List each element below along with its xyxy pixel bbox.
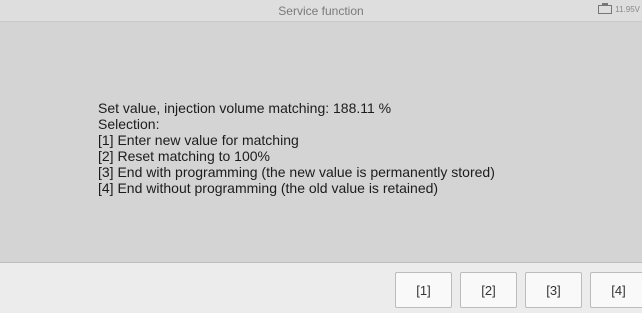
- screen-title: Service function: [278, 4, 364, 18]
- option-2-button[interactable]: [2]: [460, 272, 517, 308]
- message-line: [3] End with programming (the new value …: [98, 164, 495, 180]
- message-line: [4] End without programming (the old val…: [98, 180, 439, 196]
- option-4-button[interactable]: [4]: [590, 272, 642, 308]
- title-bar: Service function 11.95V: [0, 0, 642, 22]
- message-line: [1] Enter new value for matching: [98, 132, 299, 148]
- option-3-button[interactable]: [3]: [525, 272, 582, 308]
- battery-voltage: 11.95V: [615, 5, 640, 14]
- battery-icon: [598, 3, 613, 14]
- message-line: [2] Reset matching to 100%: [98, 148, 270, 164]
- message-line: Set value, injection volume matching: 18…: [98, 100, 392, 116]
- battery-status: 11.95V: [598, 3, 640, 14]
- button-bar: [1] [2] [3] [4]: [0, 263, 642, 313]
- message-text: Set value, injection volume matching: 18…: [98, 100, 495, 196]
- message-panel: Set value, injection volume matching: 18…: [0, 22, 642, 262]
- message-line: Selection:: [98, 116, 160, 132]
- option-1-button[interactable]: [1]: [395, 272, 452, 308]
